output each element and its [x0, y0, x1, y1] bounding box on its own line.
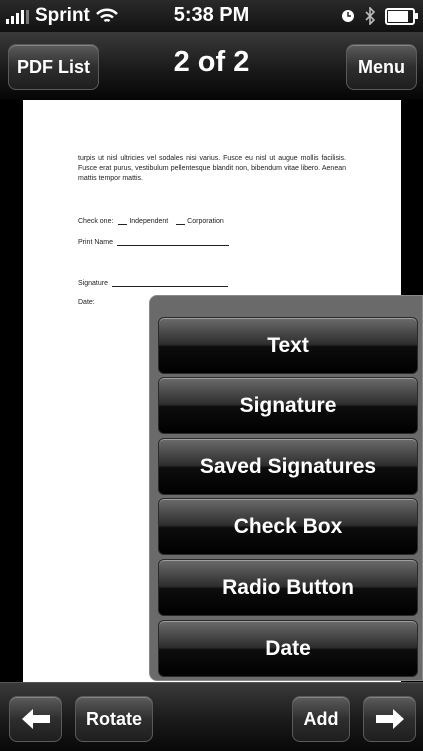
date-row: Date:: [78, 299, 95, 306]
date-label: Date:: [78, 299, 95, 306]
signature-label: Signature: [78, 280, 108, 287]
independent-label: Independent: [129, 218, 169, 225]
left-arrow-icon: [21, 709, 50, 729]
add-signature-button[interactable]: Signature: [158, 377, 418, 434]
corporation-blank[interactable]: [176, 217, 186, 225]
add-text-button[interactable]: Text: [158, 317, 418, 374]
check-one-row: Check one: Independent Corporation: [78, 217, 224, 225]
signature-row: Signature: [78, 279, 228, 287]
rotate-button[interactable]: Rotate: [75, 696, 153, 742]
check-one-label: Check one:: [78, 218, 114, 225]
print-name-row: Print Name: [78, 238, 229, 246]
corporation-label: Corporation: [187, 218, 224, 225]
add-check-box-button[interactable]: Check Box: [158, 498, 418, 555]
alarm-clock-icon: [342, 10, 354, 22]
navigation-bar: PDF List 2 of 2 Menu: [0, 32, 423, 101]
add-menu-popup: Text Signature Saved Signatures Check Bo…: [149, 295, 423, 681]
signature-line[interactable]: [111, 279, 228, 287]
print-name-line[interactable]: [116, 238, 229, 246]
add-date-button[interactable]: Date: [158, 620, 418, 677]
document-paragraph: turpis ut nisl ultricies vel sodales nis…: [78, 155, 346, 182]
battery-fill: [388, 10, 408, 22]
back-button[interactable]: [9, 696, 62, 742]
forward-button[interactable]: [363, 696, 416, 742]
print-name-label: Print Name: [78, 239, 114, 246]
independent-blank[interactable]: [118, 217, 128, 225]
add-radio-button-button[interactable]: Radio Button: [158, 559, 418, 616]
status-right: [341, 0, 418, 32]
battery-icon: [385, 7, 418, 25]
saved-signatures-button[interactable]: Saved Signatures: [158, 438, 418, 495]
bottom-toolbar: Rotate Add: [0, 682, 423, 751]
bluetooth-icon: [365, 7, 375, 25]
right-arrow-icon: [375, 709, 404, 729]
menu-button[interactable]: Menu: [346, 44, 417, 90]
add-button[interactable]: Add: [292, 696, 350, 742]
status-bar: Sprint 5:38 PM: [0, 0, 423, 32]
